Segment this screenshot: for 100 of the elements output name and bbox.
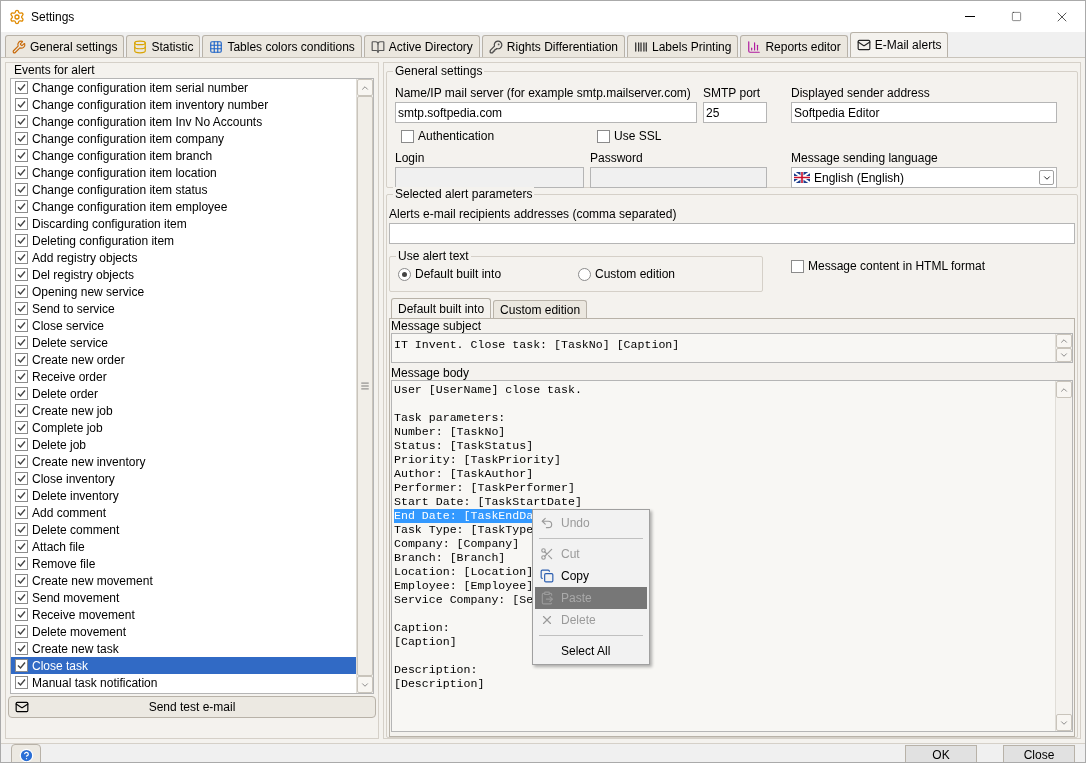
dialog-button[interactable]: Close <box>1003 744 1075 762</box>
event-item[interactable]: Close inventory <box>11 470 356 487</box>
event-item[interactable]: Change configuration item location <box>11 164 356 181</box>
radio-button[interactable] <box>398 267 411 281</box>
checkbox[interactable] <box>15 557 28 570</box>
checkbox[interactable] <box>15 540 28 553</box>
tab[interactable]: E-Mail alerts <box>849 32 949 57</box>
checkbox[interactable] <box>15 387 28 400</box>
event-item[interactable]: Change configuration item employee <box>11 198 356 215</box>
event-item[interactable]: Delete order <box>11 385 356 402</box>
port-field[interactable]: 25 <box>703 102 767 123</box>
checkbox[interactable] <box>15 404 28 417</box>
scrollbar[interactable] <box>356 79 373 693</box>
tab[interactable]: Tables colors conditions <box>202 35 362 57</box>
event-item[interactable]: Add comment <box>11 504 356 521</box>
checkbox[interactable] <box>15 506 28 519</box>
event-item[interactable]: Opening new service <box>11 283 356 300</box>
body-field[interactable] <box>391 380 1073 732</box>
dialog-button[interactable]: OK <box>905 744 977 762</box>
event-item[interactable]: Complete job <box>11 419 356 436</box>
event-item[interactable]: Receive order <box>11 368 356 385</box>
tab[interactable]: Statistic <box>126 35 201 57</box>
checkbox[interactable] <box>15 455 28 468</box>
event-item[interactable]: Create new task <box>11 640 356 657</box>
scrollbar[interactable] <box>1055 334 1072 362</box>
event-item[interactable]: Manual task notification <box>11 674 356 691</box>
event-item[interactable]: Delete job <box>11 436 356 453</box>
checkbox[interactable] <box>15 302 28 315</box>
event-item[interactable]: Remove file <box>11 555 356 572</box>
tab[interactable]: Reports editor <box>740 35 848 57</box>
checkbox[interactable] <box>15 489 28 502</box>
checkbox[interactable] <box>15 98 28 111</box>
event-item[interactable]: Create new job <box>11 402 356 419</box>
checkbox[interactable] <box>15 234 28 247</box>
checkbox[interactable] <box>15 132 28 145</box>
checkbox[interactable] <box>15 676 28 689</box>
checkbox[interactable] <box>401 129 414 143</box>
event-item[interactable]: Create new order <box>11 351 356 368</box>
checkbox[interactable] <box>15 336 28 349</box>
subject-field[interactable]: IT Invent. Close task: [TaskNo] [Caption] <box>391 333 1073 363</box>
tab[interactable]: General settings <box>5 35 125 57</box>
checkbox[interactable] <box>791 259 804 273</box>
event-item[interactable]: Change configuration item Inv No Accounts <box>11 113 356 130</box>
checkbox[interactable] <box>15 268 28 281</box>
event-item[interactable]: Attach file <box>11 538 356 555</box>
checkbox[interactable] <box>15 370 28 383</box>
checkbox[interactable] <box>597 129 610 143</box>
event-item[interactable]: Add registry objects <box>11 249 356 266</box>
help-button[interactable] <box>11 744 41 762</box>
event-item[interactable]: Close task <box>11 657 356 674</box>
event-item[interactable]: Delete comment <box>11 521 356 538</box>
checkbox[interactable] <box>15 285 28 298</box>
tab[interactable]: Rights Differentiation <box>481 35 625 57</box>
checkbox[interactable] <box>15 642 28 655</box>
recipients-field[interactable] <box>389 223 1075 244</box>
event-item[interactable]: Create new movement <box>11 572 356 589</box>
event-item[interactable]: Send to service <box>11 300 356 317</box>
event-item[interactable]: Delete inventory <box>11 487 356 504</box>
checkbox[interactable] <box>15 319 28 332</box>
checkbox[interactable] <box>15 574 28 587</box>
server-field[interactable]: smtp.softpedia.com <box>395 102 697 123</box>
event-item[interactable]: Send movement <box>11 589 356 606</box>
radio-button[interactable] <box>578 267 591 281</box>
checkbox[interactable] <box>15 149 28 162</box>
checkbox[interactable] <box>15 438 28 451</box>
checkbox[interactable] <box>15 217 28 230</box>
checkbox[interactable] <box>15 81 28 94</box>
menu-item[interactable]: Copy <box>535 565 647 587</box>
checkbox[interactable] <box>15 353 28 366</box>
event-item[interactable]: Close service <box>11 317 356 334</box>
menu-item[interactable]: Select All <box>535 640 647 662</box>
checkbox[interactable] <box>15 659 28 672</box>
event-item[interactable]: Discarding configuration item <box>11 215 356 232</box>
tab[interactable]: Labels Printing <box>627 35 739 57</box>
checkbox[interactable] <box>15 421 28 434</box>
tab[interactable]: Custom edition <box>493 300 588 318</box>
checkbox[interactable] <box>15 472 28 485</box>
checkbox[interactable] <box>15 115 28 128</box>
checkbox[interactable] <box>15 523 28 536</box>
event-item[interactable]: Receive movement <box>11 606 356 623</box>
checkbox[interactable] <box>15 251 28 264</box>
send-test-button[interactable]: Send test e-mail <box>8 696 376 718</box>
event-item[interactable]: Change configuration item company <box>11 130 356 147</box>
checkbox[interactable] <box>15 591 28 604</box>
checkbox[interactable] <box>15 166 28 179</box>
tab[interactable]: Default built into <box>391 298 492 318</box>
event-item[interactable]: Change configuration item status <box>11 181 356 198</box>
event-item[interactable]: Change configuration item serial number <box>11 79 356 96</box>
language-dropdown[interactable]: English (English) <box>791 167 1057 188</box>
checkbox[interactable] <box>15 200 28 213</box>
event-item[interactable]: Create new inventory <box>11 453 356 470</box>
tab[interactable]: Active Directory <box>363 35 480 57</box>
scrollbar[interactable] <box>1055 381 1072 731</box>
event-item[interactable]: Delete movement <box>11 623 356 640</box>
event-item[interactable]: Change configuration item inventory number <box>11 96 356 113</box>
event-item[interactable]: Delete service <box>11 334 356 351</box>
checkbox[interactable] <box>15 625 28 638</box>
checkbox[interactable] <box>15 183 28 196</box>
event-item[interactable]: Deleting configuration item <box>11 232 356 249</box>
sender-field[interactable]: Softpedia Editor <box>791 102 1057 123</box>
